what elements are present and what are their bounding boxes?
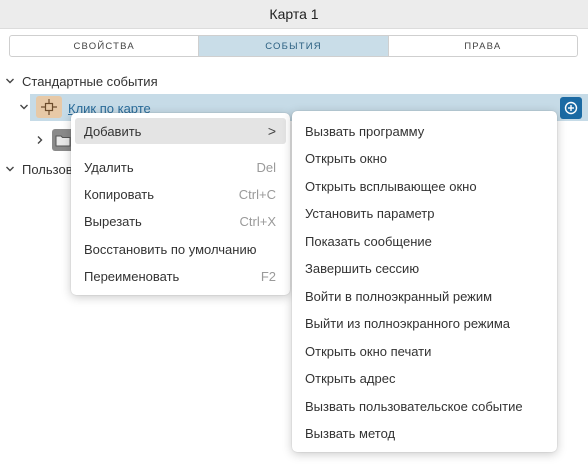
menu-item-rename[interactable]: Переименовать F2 <box>75 263 286 289</box>
menu-item-shortcut: F2 <box>260 268 276 284</box>
submenu-item-open-popup[interactable]: Открыть всплывающее окно <box>296 173 553 199</box>
chevron-down-icon[interactable] <box>18 101 30 113</box>
submenu-item-open-print-window[interactable]: Открыть окно печати <box>296 338 553 364</box>
submenu-item-end-session[interactable]: Завершить сессию <box>296 255 553 281</box>
menu-item-restore-default[interactable]: Восстановить по умолчанию <box>75 236 286 262</box>
menu-item-label: Копировать <box>84 186 154 202</box>
context-menu: Добавить > Удалить Del Копировать Ctrl+C… <box>71 113 290 295</box>
submenu-item-call-program[interactable]: Вызвать программу <box>296 118 553 144</box>
menu-item-add[interactable]: Добавить > <box>75 118 286 144</box>
tab-bar: СВОЙСТВА СОБЫТИЯ ПРАВА <box>9 35 578 57</box>
submenu-item-set-parameter[interactable]: Установить параметр <box>296 200 553 226</box>
window-titlebar: Карта 1 <box>0 0 588 29</box>
menu-item-label: Удалить <box>84 159 134 175</box>
submenu-item-call-method[interactable]: Вызвать метод <box>296 420 553 446</box>
menu-item-shortcut: Del <box>256 159 276 175</box>
chevron-down-icon[interactable] <box>4 163 16 175</box>
tab-events[interactable]: СОБЫТИЯ <box>199 36 389 56</box>
add-submenu: Вызвать программу Открыть окно Открыть в… <box>292 111 557 452</box>
menu-item-cut[interactable]: Вырезать Ctrl+X <box>75 208 286 234</box>
chevron-right-icon[interactable] <box>34 134 46 146</box>
menu-item-shortcut: Ctrl+C <box>238 186 276 202</box>
submenu-item-show-message[interactable]: Показать сообщение <box>296 228 553 254</box>
menu-item-label: Вырезать <box>84 213 142 229</box>
submenu-item-enter-fullscreen[interactable]: Войти в полноэкранный режим <box>296 283 553 309</box>
add-event-button[interactable] <box>560 97 582 119</box>
menu-item-label: Добавить <box>84 123 142 139</box>
tree-node-standard-events[interactable]: Стандартные события <box>4 72 158 90</box>
chevron-right-icon: > <box>267 123 276 139</box>
menu-item-delete[interactable]: Удалить Del <box>75 154 286 180</box>
menu-item-label: Переименовать <box>84 268 180 284</box>
tab-properties[interactable]: СВОЙСТВА <box>10 36 200 56</box>
menu-item-copy[interactable]: Копировать Ctrl+C <box>75 181 286 207</box>
chevron-down-icon[interactable] <box>4 75 16 87</box>
event-node-icon <box>36 96 62 118</box>
tree-node-user-events[interactable]: Пользов <box>4 160 73 178</box>
submenu-item-exit-fullscreen[interactable]: Выйти из полноэкранного режима <box>296 310 553 336</box>
tree-label-user-events: Пользов <box>22 161 73 177</box>
tree-label-standard-events: Стандартные события <box>22 73 158 89</box>
window-title: Карта 1 <box>269 6 319 22</box>
submenu-item-open-window[interactable]: Открыть окно <box>296 145 553 171</box>
submenu-item-call-user-event[interactable]: Вызвать пользовательское событие <box>296 393 553 419</box>
plus-circle-icon <box>564 101 578 115</box>
submenu-item-open-address[interactable]: Открыть адрес <box>296 365 553 391</box>
menu-item-shortcut: Ctrl+X <box>239 213 276 229</box>
menu-item-label: Восстановить по умолчанию <box>84 241 257 257</box>
tab-rights[interactable]: ПРАВА <box>389 36 577 56</box>
